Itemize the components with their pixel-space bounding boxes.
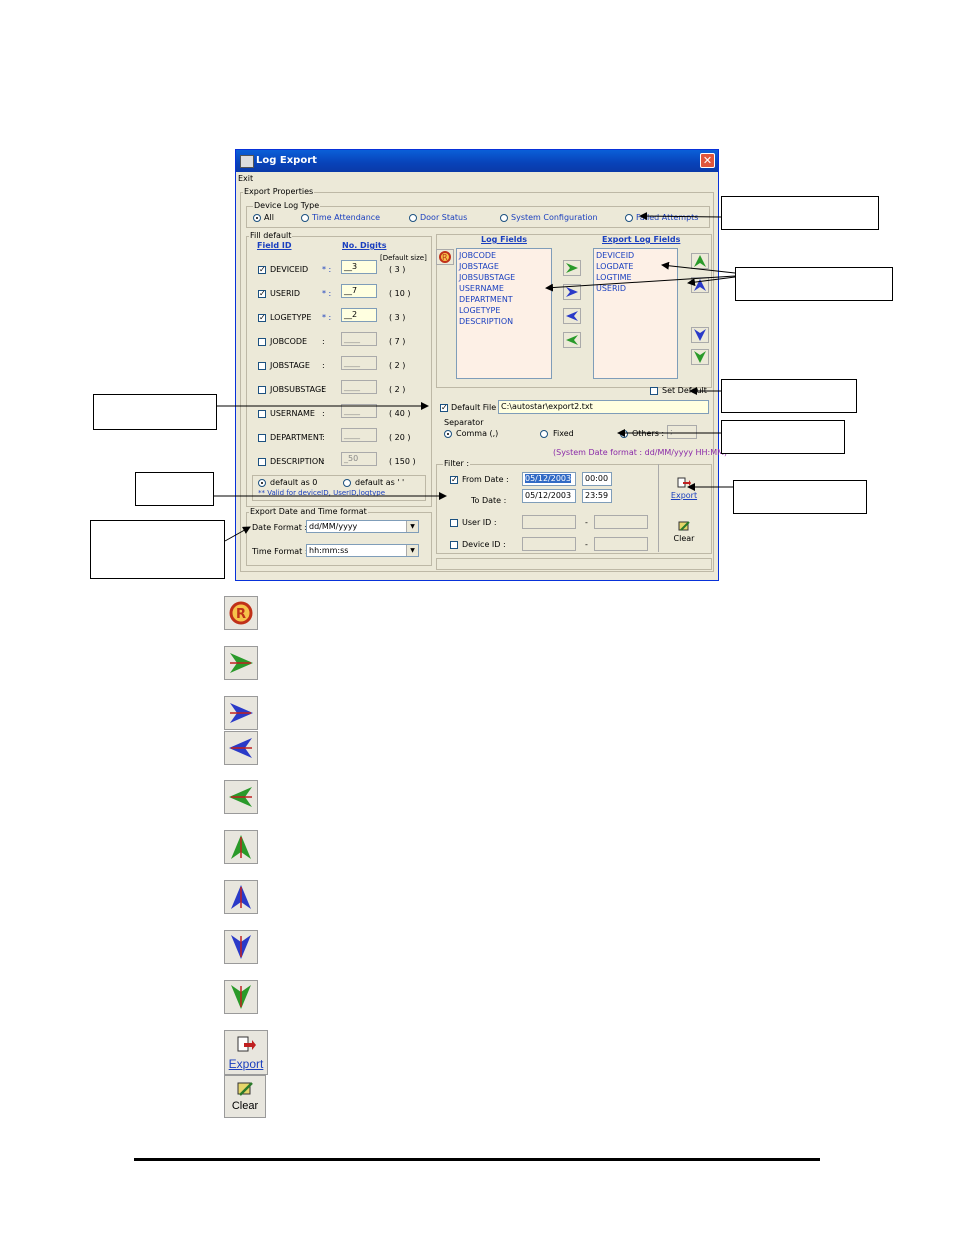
reset-legend-icon: R [224,596,258,630]
remove-all-legend-icon [224,731,258,765]
move-up-legend-icon [224,880,258,914]
arrow-right-green-icon [230,653,253,673]
clear-legend-label: Clear [231,1100,259,1112]
arrow-line [639,212,722,221]
arrow-line [661,261,736,274]
arrow-line [224,526,251,542]
arrow-left-blue-icon [229,738,252,758]
remove-field-legend-icon [224,780,258,814]
arrow-line [545,275,736,292]
clear-legend-icon: Clear [224,1075,266,1118]
add-all-legend-icon [224,696,258,730]
clear-icon [237,1082,253,1096]
arrow-up-green-icon [231,835,251,859]
svg-text:R: R [236,607,246,622]
move-down-legend-icon [224,930,258,964]
arrow-down-green-icon [231,985,251,1009]
move-top-legend-icon [224,830,258,864]
move-bottom-legend-icon [224,980,258,1014]
add-field-legend-icon [224,646,258,680]
arrow-right-blue-icon [230,703,253,723]
arrow-down-blue-icon [231,935,251,959]
arrow-up-blue-icon [231,885,251,909]
export-icon [237,1036,256,1052]
callout-arrows [214,212,736,542]
reset-icon: R [229,601,253,625]
footer-rule [134,1158,820,1161]
export-legend-icon: Export [224,1030,268,1075]
export-legend-label: Export [228,1057,264,1071]
arrow-left-green-icon [229,787,252,807]
